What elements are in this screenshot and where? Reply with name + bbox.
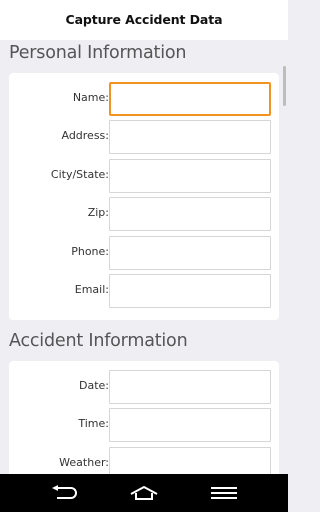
weather-label: Weather: [59, 456, 109, 469]
address-label: Address: [61, 129, 109, 142]
accident-info-heading: Accident Information [9, 331, 188, 351]
zip-row: Zip: [9, 197, 279, 231]
email-label: Email: [74, 283, 109, 296]
back-button[interactable] [44, 479, 84, 507]
date-field[interactable] [109, 370, 271, 404]
title-bar: Capture Accident Data [0, 0, 288, 40]
phone-row: Phone: [9, 236, 279, 270]
menu-icon [211, 487, 237, 499]
phone-field[interactable] [109, 236, 271, 270]
time-label: Time: [78, 417, 109, 430]
date-label: Date: [79, 379, 109, 392]
email-field[interactable] [109, 274, 271, 308]
home-icon [130, 485, 158, 500]
home-button[interactable] [124, 479, 164, 507]
accident-info-card: Date: Time: Weather: [9, 361, 279, 481]
city-state-row: City/State: [9, 159, 279, 193]
time-field[interactable] [109, 408, 271, 442]
city-state-field[interactable] [109, 159, 271, 193]
scrollbar[interactable] [283, 66, 286, 106]
zip-label: Zip: [87, 206, 109, 219]
name-row: Name: [9, 82, 279, 116]
address-row: Address: [9, 120, 279, 154]
date-row: Date: [9, 370, 279, 404]
personal-info-heading: Personal Information [9, 43, 187, 63]
zip-field[interactable] [109, 197, 271, 231]
name-field[interactable] [109, 82, 271, 116]
time-row: Time: [9, 408, 279, 442]
personal-info-card: Name: Address: City/State: Zip: Phone: E… [9, 73, 279, 320]
menu-button[interactable] [204, 479, 244, 507]
navigation-bar [0, 474, 288, 512]
email-row: Email: [9, 274, 279, 308]
back-icon [52, 485, 77, 499]
phone-label: Phone: [71, 245, 109, 258]
city-state-label: City/State: [50, 168, 109, 181]
page-title: Capture Accident Data [65, 12, 223, 27]
address-field[interactable] [109, 120, 271, 154]
name-label: Name: [72, 91, 109, 104]
